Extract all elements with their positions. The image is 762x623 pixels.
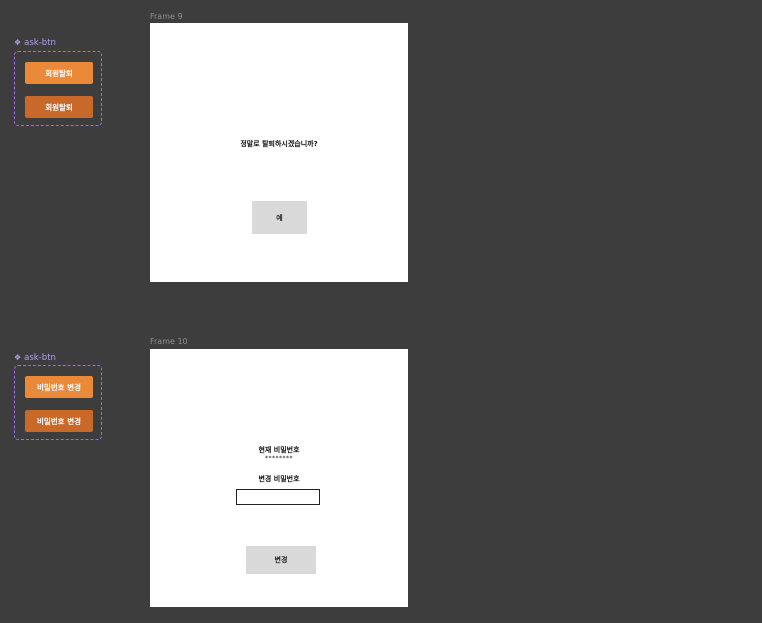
withdraw-button-default[interactable]: 회원탈퇴 [25,62,93,84]
password-change-button-default[interactable]: 비밀번호 변경 [25,376,93,398]
change-password-submit-button[interactable]: 변경 [246,546,316,574]
component-diamond-icon: ❖ [14,38,22,47]
withdraw-confirm-question: 정말로 탈퇴하시겠습니까? [240,140,318,148]
component-set-name: ask-btn [24,353,56,363]
component-set-password-change[interactable]: 비밀번호 변경 비밀번호 변경 [14,365,102,440]
new-password-label: 변경 비밀번호 [258,475,300,483]
component-diamond-icon: ❖ [14,353,22,362]
new-password-input[interactable] [236,489,320,505]
frame-9-label[interactable]: Frame 9 [150,12,183,22]
component-set-withdraw[interactable]: 회원탈퇴 회원탈퇴 [14,51,102,126]
current-password-label: 현재 비밀번호 [258,446,300,454]
component-set-label-withdraw: ❖ ask-btn [14,38,56,48]
frame-9[interactable]: 정말로 탈퇴하시겠습니까? 예 [150,23,408,282]
confirm-yes-button[interactable]: 예 [252,201,307,234]
frame-10[interactable]: 현재 비밀번호 ******** 변경 비밀번호 변경 [150,349,408,607]
password-change-button-hover[interactable]: 비밀번호 변경 [25,410,93,432]
current-password-value: ******** [265,455,293,462]
frame-10-label[interactable]: Frame 10 [150,337,188,347]
component-set-name: ask-btn [24,38,56,48]
withdraw-button-hover[interactable]: 회원탈퇴 [25,96,93,118]
component-set-label-password: ❖ ask-btn [14,353,56,363]
